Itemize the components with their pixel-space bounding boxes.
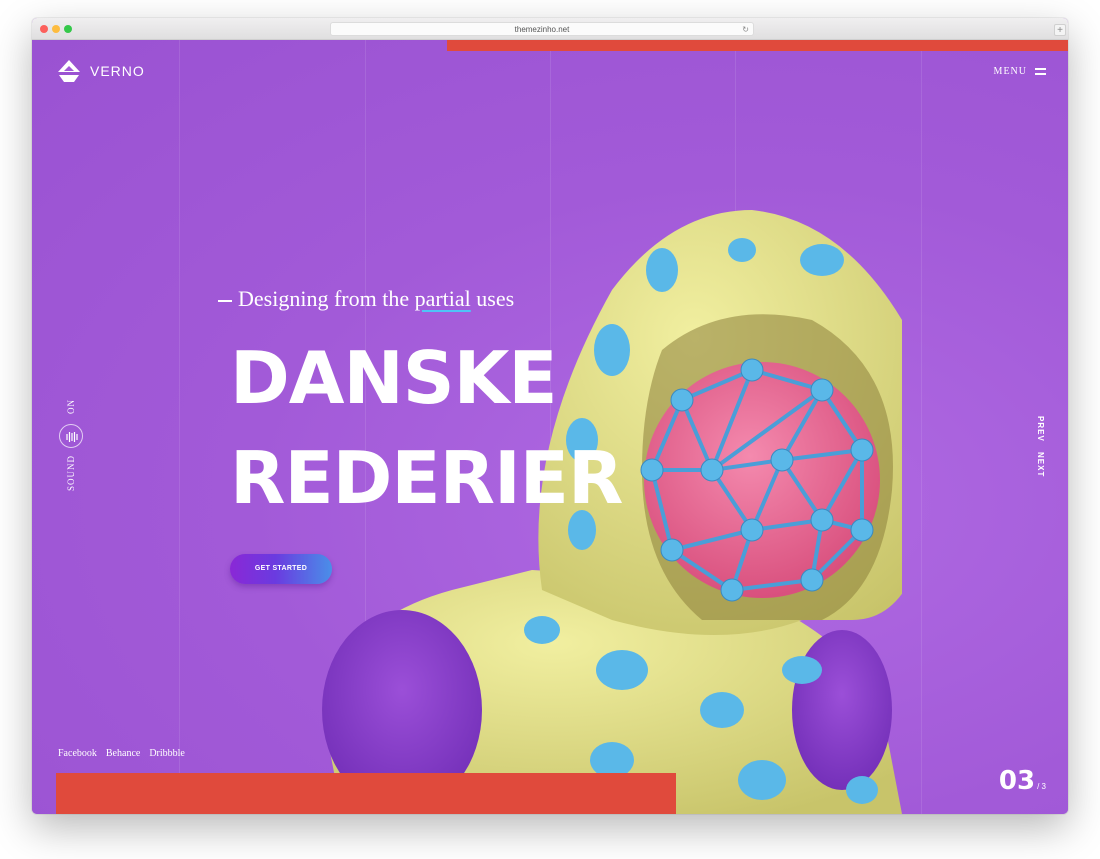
- total-slides: / 3: [1037, 782, 1046, 791]
- social-links: Facebook Behance Dribbble: [58, 748, 185, 759]
- plus-icon[interactable]: +: [1054, 24, 1066, 36]
- browser-window: themezinho.net ↻ + VERNO MENU Designing …: [32, 18, 1068, 814]
- slide-counter: 03/ 3: [999, 766, 1046, 796]
- top-accent-bar: [447, 40, 1068, 51]
- current-slide-number: 03: [998, 766, 1036, 796]
- logo-text: VERNO: [90, 63, 145, 79]
- slide-pager: PREV NEXT: [1036, 416, 1050, 487]
- hamburger-icon: [1035, 68, 1046, 75]
- hero-title-line-1: DANSKE: [230, 336, 558, 420]
- page-viewport: VERNO MENU Designing from the partial us…: [32, 40, 1068, 814]
- hero-title-line-2: REDERIER: [230, 436, 623, 520]
- address-text: themezinho.net: [514, 25, 570, 34]
- grid-line: [921, 40, 922, 814]
- subtitle-highlight: partial: [414, 286, 471, 311]
- social-link-facebook[interactable]: Facebook: [58, 748, 97, 759]
- next-slide-link[interactable]: NEXT: [1036, 452, 1045, 477]
- minimize-window-button[interactable]: [52, 25, 60, 33]
- sound-toggle: ON SOUND: [56, 399, 86, 500]
- menu-label: MENU: [993, 66, 1027, 77]
- hero-title: DANSKE REDERIER: [230, 328, 623, 528]
- close-window-button[interactable]: [40, 25, 48, 33]
- maximize-window-button[interactable]: [64, 25, 72, 33]
- sound-wave-icon: [66, 432, 78, 442]
- prev-slide-link[interactable]: PREV: [1036, 416, 1045, 442]
- browser-toolbar: themezinho.net ↻ +: [32, 18, 1068, 40]
- bottom-accent-bar: [56, 773, 676, 814]
- reload-icon[interactable]: ↻: [742, 23, 749, 36]
- sound-label: SOUND: [66, 455, 76, 492]
- address-bar[interactable]: themezinho.net ↻: [330, 22, 754, 36]
- subtitle-text-start: Designing from the: [238, 286, 415, 311]
- hero-subtitle: Designing from the partial uses: [218, 286, 514, 312]
- social-link-dribbble[interactable]: Dribbble: [149, 748, 185, 759]
- grid-line: [179, 40, 180, 814]
- subtitle-dash: [218, 299, 232, 302]
- verno-logo-icon: [58, 60, 80, 82]
- sound-toggle-button[interactable]: [59, 424, 83, 448]
- get-started-button[interactable]: GET STARTED: [230, 554, 332, 584]
- sound-state-label: ON: [66, 399, 76, 414]
- subtitle-text-end: uses: [470, 286, 515, 311]
- site-logo[interactable]: VERNO: [56, 58, 145, 84]
- menu-button[interactable]: MENU: [994, 66, 1046, 77]
- social-link-behance[interactable]: Behance: [106, 748, 140, 759]
